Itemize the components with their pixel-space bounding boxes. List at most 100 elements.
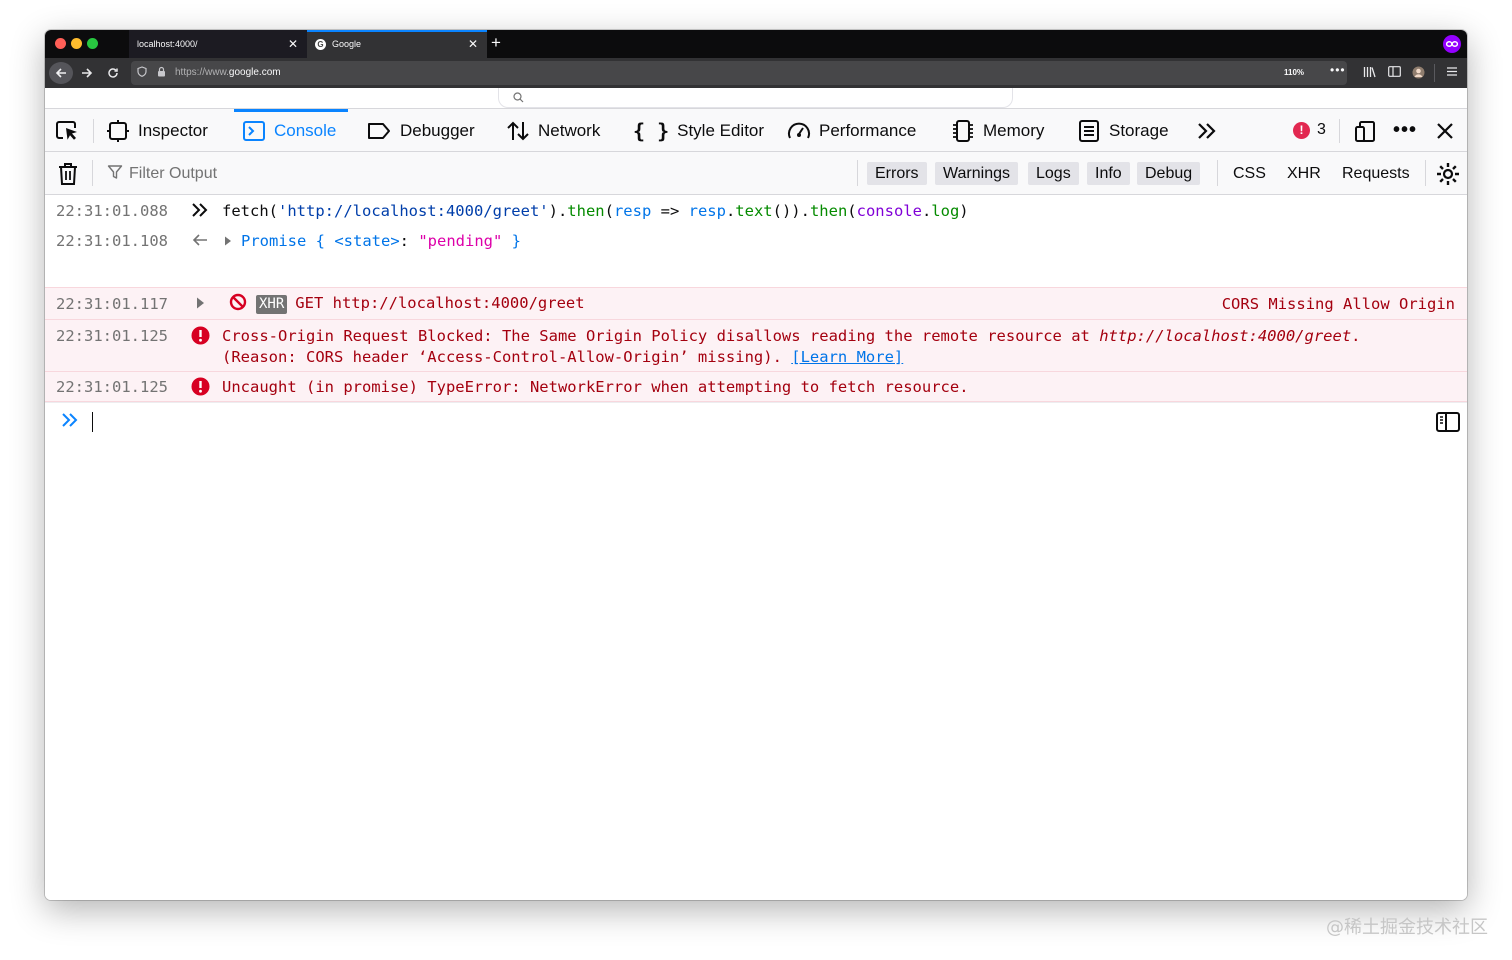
page-actions-button[interactable]: ••• [1330, 63, 1346, 77]
filter-info-button[interactable]: Info [1087, 162, 1130, 185]
text-caret [92, 412, 93, 432]
filter-css-button[interactable]: CSS [1233, 162, 1266, 185]
url-text[interactable]: https://www.google.com [175, 67, 281, 78]
input-expression[interactable]: fetch('http://localhost:4000/greet').the… [222, 202, 969, 220]
filter-input[interactable]: Filter Output [107, 162, 847, 186]
tab-style-editor[interactable]: { } Style Editor [633, 109, 764, 152]
new-tab-button[interactable]: + [491, 33, 501, 53]
console-settings-button[interactable] [1436, 162, 1460, 191]
hamburger-menu-icon[interactable] [1446, 66, 1458, 80]
library-icon[interactable] [1363, 66, 1376, 81]
toggle-sidebar-button[interactable] [1436, 412, 1460, 436]
responsive-design-button[interactable] [1354, 109, 1378, 152]
filter-placeholder: Filter Output [129, 165, 218, 182]
cors-reason-link[interactable]: CORS Missing Allow Origin [1222, 295, 1455, 313]
tab-label: Debugger [400, 120, 475, 140]
element-picker-button[interactable] [55, 109, 81, 152]
promise-object[interactable]: Promise { <state>: "pending" } [222, 232, 521, 250]
filter-errors-button[interactable]: Errors [867, 162, 927, 185]
tab-debugger[interactable]: Debugger [366, 109, 475, 152]
close-icon [1437, 122, 1453, 139]
back-button[interactable] [49, 62, 73, 84]
browser-window: localhost:4000/ ✕ G Google ✕ + https://w… [45, 30, 1467, 900]
url-bar[interactable]: https://www.google.com 110% ••• [131, 61, 1347, 85]
console-row-error: 22:31:01.125 Uncaught (in promise) TypeE… [45, 371, 1467, 402]
forward-button[interactable] [77, 62, 97, 84]
code-token: text [735, 202, 773, 220]
reload-icon [108, 68, 118, 78]
filter-xhr-button[interactable]: XHR [1287, 162, 1321, 185]
tab-console[interactable]: Console [233, 109, 349, 152]
error-icon: ! [1293, 121, 1310, 139]
code-token: 'http://localhost:4000/greet' [278, 202, 549, 220]
code-token: "pending" [418, 232, 503, 250]
code-token: then [567, 202, 605, 220]
console-input-line[interactable] [45, 402, 1467, 442]
blocked-icon [229, 293, 247, 311]
code-token: resp [688, 202, 726, 220]
code-token: ). [548, 202, 568, 220]
filter-divider [1217, 160, 1218, 186]
page-search-box[interactable] [498, 88, 1013, 108]
minimize-window-button[interactable] [71, 38, 82, 49]
tab-memory[interactable]: Memory [951, 109, 1044, 152]
devtools-options-button[interactable]: ••• [1393, 109, 1417, 152]
sidebar-toggle-icon [1436, 412, 1460, 432]
tab-label: Network [538, 120, 601, 140]
filter-logs-button[interactable]: Logs [1028, 162, 1079, 185]
debugger-icon [366, 119, 392, 143]
code-token: fetch( [222, 202, 278, 220]
network-request-text: GET http://localhost:4000/greet [295, 294, 585, 312]
network-error-message: XHR GET http://localhost:4000/greet [229, 293, 585, 314]
tab-label: Storage [1109, 120, 1169, 140]
tab-localhost[interactable]: localhost:4000/ ✕ [129, 30, 307, 58]
close-window-button[interactable] [55, 38, 66, 49]
tab-inspector[interactable]: Inspector [106, 109, 208, 152]
filter-requests-button[interactable]: Requests [1342, 162, 1410, 185]
code-token: Promise { [241, 232, 335, 250]
tab-label: Style Editor [677, 120, 765, 140]
close-tab-icon[interactable]: ✕ [467, 37, 479, 51]
error-message: Cross-Origin Request Blocked: The Same O… [222, 327, 1361, 345]
private-browsing-icon [1443, 35, 1461, 53]
filter-debug-button[interactable]: Debug [1137, 162, 1201, 185]
tab-label: Console [274, 120, 337, 140]
sidebar-icon[interactable] [1388, 66, 1401, 80]
tab-storage[interactable]: Storage [1077, 109, 1169, 152]
zoom-window-button[interactable] [87, 38, 98, 49]
error-url: http://localhost:4000/greet [1099, 327, 1352, 345]
more-tabs-button[interactable] [1195, 109, 1219, 152]
zoom-level[interactable]: 110% [1284, 68, 1304, 77]
console-output: 22:31:01.088 fetch('http://localhost:400… [45, 195, 1467, 900]
expand-arrow-icon[interactable] [222, 235, 234, 247]
filter-divider [92, 160, 93, 186]
expand-arrow-icon[interactable] [190, 295, 210, 311]
code-token: <state> [334, 232, 400, 250]
learn-more-link[interactable]: [Learn More] [791, 348, 903, 366]
timestamp: 22:31:01.125 [56, 378, 168, 396]
pick-element-icon [56, 120, 77, 140]
memory-icon [951, 119, 975, 143]
console-row-network-error[interactable]: 22:31:01.117 XHR GET http://localhost:400… [45, 287, 1467, 319]
tab-label: Performance [819, 120, 917, 140]
tab-network[interactable]: Network [506, 109, 600, 152]
error-count-badge[interactable]: ! 3 [1293, 121, 1326, 139]
code-token: ()). [772, 202, 810, 220]
code-token: console [856, 202, 922, 220]
code-token: resp [613, 202, 652, 220]
reload-button[interactable] [103, 62, 123, 84]
close-devtools-button[interactable] [1435, 109, 1455, 152]
tab-google[interactable]: G Google ✕ [307, 30, 487, 58]
timestamp: 22:31:01.125 [56, 327, 168, 345]
code-token: . [725, 202, 736, 220]
account-avatar-icon[interactable] [1412, 66, 1425, 82]
lock-icon[interactable] [157, 66, 166, 80]
clear-console-button[interactable] [57, 162, 79, 191]
tab-performance[interactable]: Performance [787, 109, 916, 152]
close-tab-icon[interactable]: ✕ [287, 37, 299, 51]
tracking-shield-icon[interactable] [137, 66, 147, 80]
filter-warnings-button[interactable]: Warnings [935, 162, 1018, 185]
filter-divider [1425, 160, 1426, 186]
inspector-icon [106, 119, 130, 143]
tab-title: Google [332, 39, 362, 49]
